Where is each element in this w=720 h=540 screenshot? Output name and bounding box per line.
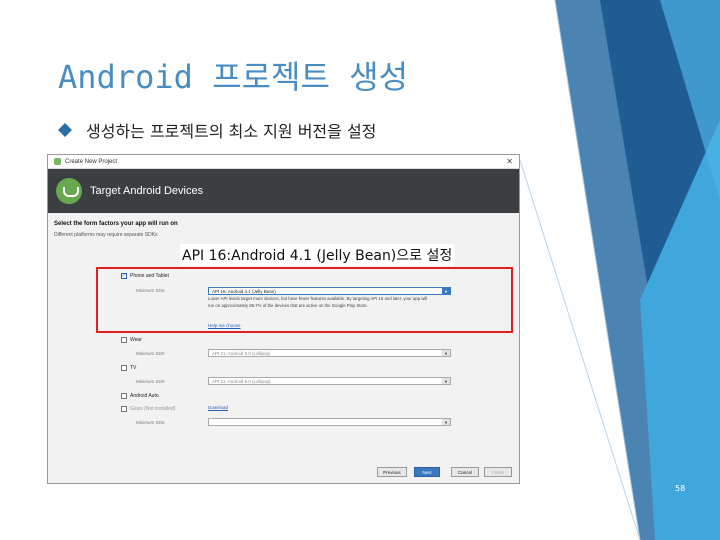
checkbox-tv[interactable]: TV: [121, 365, 136, 371]
chevron-down-icon[interactable]: ▼: [442, 419, 450, 425]
dialog-titlebar: Create New Project ✕: [48, 155, 519, 169]
callout-label: API 16:Android 4.1 (Jelly Bean)으로 설정: [180, 244, 455, 266]
page-number: 58: [675, 484, 686, 493]
highlight-box: [96, 267, 513, 333]
min-sdk-select-glass[interactable]: ▼: [208, 418, 451, 426]
form-factor-label: Android Auto: [130, 393, 159, 399]
checkbox-android-auto[interactable]: Android Auto: [121, 393, 159, 399]
form-factor-label: Glass (Not Installed): [130, 406, 176, 412]
diamond-bullet-icon: [58, 123, 72, 137]
chevron-down-icon[interactable]: ▼: [442, 350, 450, 356]
android-studio-app-icon: [54, 158, 61, 165]
checkbox-glass[interactable]: Glass (Not Installed): [121, 406, 175, 412]
checkbox-wear[interactable]: Wear: [121, 337, 142, 343]
previous-button[interactable]: Previous: [377, 467, 407, 477]
select-value: API 21: Android 5.0 (Lollipop): [212, 350, 271, 356]
dialog-banner: Target Android Devices: [48, 169, 519, 213]
checkbox-icon[interactable]: [121, 365, 127, 371]
finish-button[interactable]: Finish: [484, 467, 512, 477]
cancel-button[interactable]: Cancel: [451, 467, 479, 477]
android-studio-logo-icon: [56, 178, 82, 204]
download-link[interactable]: Download: [208, 405, 228, 410]
min-sdk-label: Minimum SDK: [136, 351, 165, 356]
close-icon[interactable]: ✕: [506, 157, 513, 166]
window-title: Create New Project: [65, 158, 118, 165]
slide-title: Android 프로젝트 생성: [58, 58, 409, 96]
checkbox-icon[interactable]: [121, 393, 127, 399]
next-button[interactable]: Next: [414, 467, 440, 477]
select-value: API 21: Android 5.0 (Lollipop): [212, 378, 271, 384]
min-sdk-label: Minimum SDK: [136, 420, 165, 425]
min-sdk-select-tv[interactable]: API 21: Android 5.0 (Lollipop) ▼: [208, 377, 451, 385]
checkbox-icon[interactable]: [121, 406, 127, 412]
chevron-down-icon[interactable]: ▼: [442, 378, 450, 384]
form-heading: Select the form factors your app will ru…: [54, 221, 178, 227]
bullet-item: 생성하는 프로젝트의 최소 지원 버전을 설정: [58, 118, 376, 142]
checkbox-icon[interactable]: [121, 337, 127, 343]
min-sdk-select-wear[interactable]: API 21: Android 5.0 (Lollipop) ▼: [208, 349, 451, 357]
banner-title: Target Android Devices: [90, 185, 204, 197]
form-subheading: Different platforms may require separate…: [54, 232, 158, 238]
form-factor-label: TV: [130, 365, 137, 371]
min-sdk-label: Minimum SDK: [136, 379, 165, 384]
form-factor-label: Wear: [130, 337, 142, 343]
bullet-text: 생성하는 프로젝트의 최소 지원 버전을 설정: [86, 122, 377, 141]
